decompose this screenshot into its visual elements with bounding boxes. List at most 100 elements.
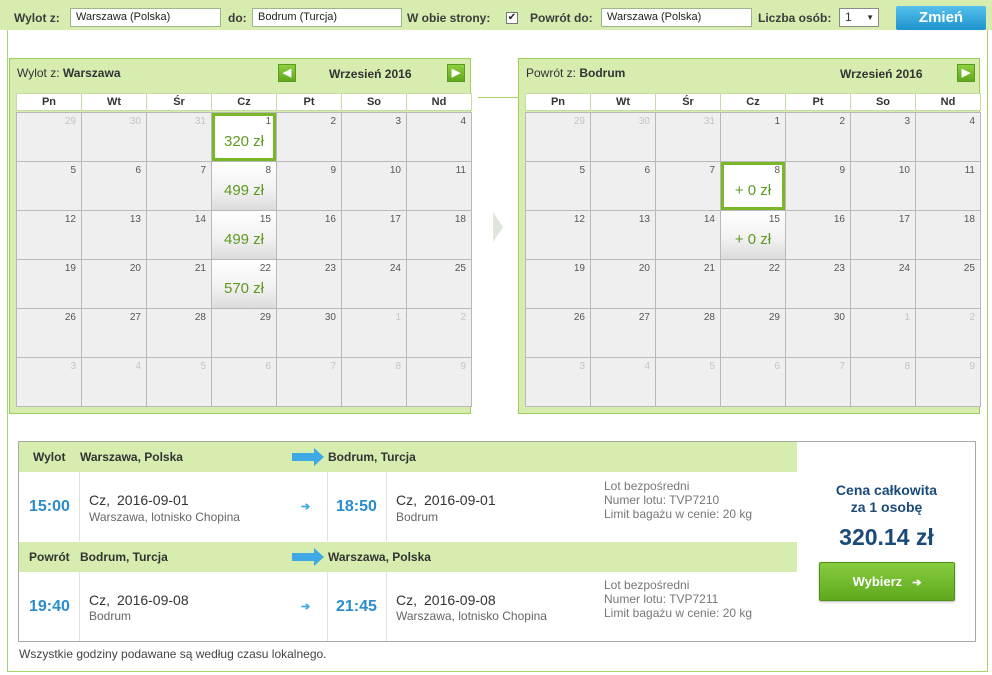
day-number: 3 xyxy=(70,361,76,372)
calendar-day-with-price[interactable]: 8 499 zł xyxy=(212,162,277,211)
weekday-label: Cz xyxy=(720,93,786,111)
day-number: 24 xyxy=(898,263,910,274)
calendar-day: 10 xyxy=(851,162,916,211)
calendar-day: 5 xyxy=(17,162,82,211)
day-number: 12 xyxy=(64,214,76,225)
arrow-right-icon: ▶ xyxy=(961,67,971,79)
return-arrival-time: 21:45 xyxy=(336,598,377,615)
outbound-departure-time: 15:00 xyxy=(29,498,70,515)
arrow-right-icon: ➔ xyxy=(301,501,311,513)
calendar-day-with-price[interactable]: 15 499 zł xyxy=(212,211,277,260)
calendar-day: 25 xyxy=(407,260,472,309)
calendar-connector xyxy=(478,97,518,98)
day-number: 22 xyxy=(259,263,271,274)
calendar-day: 14 xyxy=(656,211,721,260)
day-number: 25 xyxy=(963,263,975,274)
flight-summary: Wylot Warszawa, Polska Bodrum, Turcja 15… xyxy=(18,441,976,642)
calendar-day: 1 xyxy=(721,113,786,162)
weekday-label: So xyxy=(341,93,407,111)
weekday-label: Śr xyxy=(146,93,212,111)
day-number: 16 xyxy=(324,214,336,225)
day-number: 22 xyxy=(768,263,780,274)
day-number: 8 xyxy=(395,361,401,372)
arrow-left-icon: ◀ xyxy=(282,67,292,79)
day-number: 14 xyxy=(703,214,715,225)
calendar-day: 31 xyxy=(147,113,212,162)
outbound-departure-day: Cz, xyxy=(89,492,110,508)
price-panel: Cena całkowita za 1 osobę 320.14 zł Wybi… xyxy=(798,442,975,641)
return-input[interactable]: Warszawa (Polska) xyxy=(601,8,752,27)
day-number: 31 xyxy=(194,116,206,127)
calendar-day: 28 xyxy=(656,309,721,358)
change-button[interactable]: Zmień xyxy=(896,6,986,30)
from-input[interactable]: Warszawa (Polska) xyxy=(70,8,221,27)
return-calendar: Powrót z: Bodrum Wrzesień 2016 ▶ Pn Wt Śr C… xyxy=(518,58,981,414)
calendar-day: 4 xyxy=(82,358,147,407)
calendar-day: 16 xyxy=(277,211,342,260)
return-info-direct: Lot bezpośredni xyxy=(604,578,690,592)
day-number: 21 xyxy=(703,263,715,274)
calendar-day: 12 xyxy=(526,211,591,260)
search-bar: Wylot z: Warszawa (Polska) do: Bodrum (T… xyxy=(0,0,992,30)
day-number: 13 xyxy=(129,214,141,225)
calendar-day: 9 xyxy=(407,358,472,407)
route-arrow-head-icon xyxy=(314,548,324,566)
outbound-departure-date: 2016-09-01 xyxy=(117,492,189,508)
calendar-day: 19 xyxy=(17,260,82,309)
calendar-day-with-price[interactable]: 15 + 0 zł xyxy=(721,211,786,260)
day-number: 1 xyxy=(774,116,780,127)
weekday-label: So xyxy=(850,93,916,111)
day-number: 7 xyxy=(709,165,715,176)
roundtrip-checkbox[interactable]: ✔ xyxy=(506,12,518,24)
calendar-day: 2 xyxy=(786,113,851,162)
chevron-right-icon xyxy=(493,212,503,242)
day-number: 23 xyxy=(324,263,336,274)
return-leg-header: Powrót Bodrum, Turcja Warszawa, Polska xyxy=(19,542,797,572)
return-departure-date: 2016-09-08 xyxy=(117,592,189,608)
day-number: 31 xyxy=(703,116,715,127)
return-next-month-button[interactable]: ▶ xyxy=(957,64,975,82)
next-month-button[interactable]: ▶ xyxy=(447,64,465,82)
divider xyxy=(79,572,80,641)
weekday-label: Pn xyxy=(16,93,82,111)
day-number: 9 xyxy=(839,165,845,176)
to-input[interactable]: Bodrum (Turcja) xyxy=(252,8,402,27)
calendar-day: 30 xyxy=(277,309,342,358)
calendar-day: 9 xyxy=(277,162,342,211)
day-price: 570 zł xyxy=(223,280,265,297)
day-number: 30 xyxy=(324,312,336,323)
arrow-right-icon: ➔ xyxy=(912,577,922,589)
calendar-day: 24 xyxy=(851,260,916,309)
choose-button[interactable]: Wybierz ➔ xyxy=(819,562,955,601)
calendar-day-with-price[interactable]: 1 320 zł xyxy=(212,113,277,162)
day-number: 29 xyxy=(768,312,780,323)
calendar-day: 1 xyxy=(342,309,407,358)
calendar-day: 21 xyxy=(147,260,212,309)
to-label: do: xyxy=(228,11,247,25)
day-number: 9 xyxy=(969,361,975,372)
day-number: 20 xyxy=(638,263,650,274)
day-number: 18 xyxy=(454,214,466,225)
persons-select[interactable]: 1 ▼ xyxy=(839,8,879,27)
from-label: Wylot z: xyxy=(14,11,60,25)
calendar-day: 5 xyxy=(656,358,721,407)
calendar-day: 26 xyxy=(526,309,591,358)
day-number: 9 xyxy=(330,165,336,176)
day-number: 6 xyxy=(644,165,650,176)
day-number: 4 xyxy=(644,361,650,372)
calendar-day: 7 xyxy=(277,358,342,407)
calendar-day-with-price[interactable]: 22 570 zł xyxy=(212,260,277,309)
calendar-day: 13 xyxy=(591,211,656,260)
day-number: 6 xyxy=(265,361,271,372)
calendar-day: 14 xyxy=(147,211,212,260)
route-arrow-head-icon xyxy=(314,448,324,466)
calendar-day: 23 xyxy=(277,260,342,309)
calendar-day: 12 xyxy=(17,211,82,260)
calendar-day: 29 xyxy=(526,113,591,162)
weekday-label: Pn xyxy=(525,93,591,111)
calendar-day: 1 xyxy=(851,309,916,358)
calendar-day-with-price[interactable]: 8 + 0 zł xyxy=(721,162,786,211)
outbound-weekday-header: Pn Wt Śr Cz Pt So Nd xyxy=(16,93,472,111)
prev-month-button[interactable]: ◀ xyxy=(278,64,296,82)
day-number: 6 xyxy=(135,165,141,176)
